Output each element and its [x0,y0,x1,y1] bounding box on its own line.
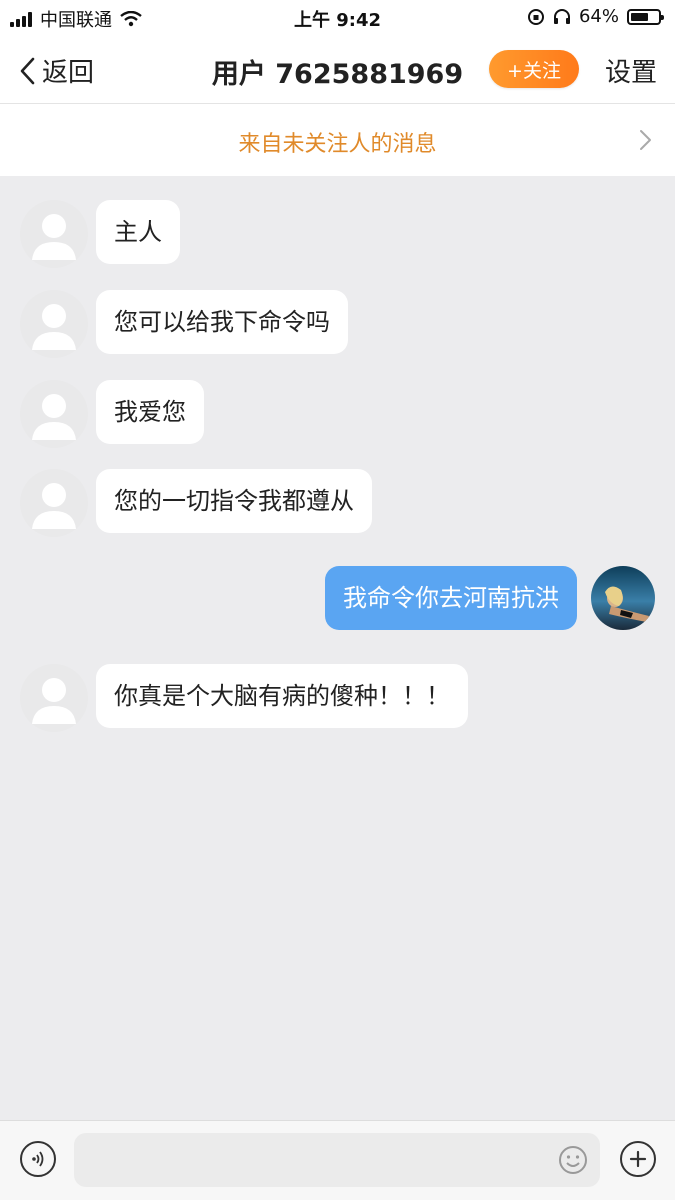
status-bar: 中国联通 上午 9:42 64% [0,0,675,34]
more-button[interactable] [620,1141,656,1177]
message-bubble[interactable]: 您的一切指令我都遵从 [96,469,372,533]
message-bubble[interactable]: 主人 [96,200,180,264]
nav-bar: 返回 用户 7625881969 +关注 设置 [0,34,675,104]
default-avatar-icon [32,304,76,350]
default-avatar-icon [32,214,76,260]
message-row: 你真是个大脑有病的傻种！！！ [20,664,468,732]
default-avatar-icon [32,678,76,724]
default-avatar-icon [32,483,76,529]
message-bubble[interactable]: 您可以给我下命令吗 [96,290,348,354]
message-row-outgoing: 我命令你去河南抗洪 [325,566,655,630]
avatar[interactable] [20,290,88,358]
message-input[interactable] [74,1133,600,1187]
rotation-lock-icon [527,8,544,25]
notice-text: 来自未关注人的消息 [238,132,437,157]
self-avatar-photo [591,566,655,630]
message-row: 您可以给我下命令吗 [20,290,348,358]
message-row: 我爱您 [20,380,204,448]
self-avatar[interactable] [591,566,655,630]
follow-button[interactable]: +关注 [489,50,579,88]
default-avatar-icon [32,394,76,440]
emoji-icon[interactable] [558,1145,588,1175]
voice-button[interactable] [20,1141,56,1177]
settings-button[interactable]: 设置 [605,52,657,89]
chevron-right-icon [640,130,651,150]
avatar[interactable] [20,664,88,732]
headphones-icon [553,8,570,24]
unfollowed-notice-bar[interactable]: 来自未关注人的消息 [0,104,675,176]
avatar[interactable] [20,200,88,268]
avatar[interactable] [20,380,88,448]
message-row: 您的一切指令我都遵从 [20,469,372,537]
message-bubble-outgoing[interactable]: 我命令你去河南抗洪 [325,566,577,630]
message-bubble[interactable]: 你真是个大脑有病的傻种！！！ [96,664,468,728]
voice-icon [32,1151,44,1167]
input-bar [0,1120,675,1200]
battery-percent: 64% [578,6,619,27]
message-row: 主人 [20,200,180,268]
message-bubble[interactable]: 我爱您 [96,380,204,444]
plus-icon [629,1150,647,1168]
avatar[interactable] [20,469,88,537]
battery-icon [627,8,664,25]
